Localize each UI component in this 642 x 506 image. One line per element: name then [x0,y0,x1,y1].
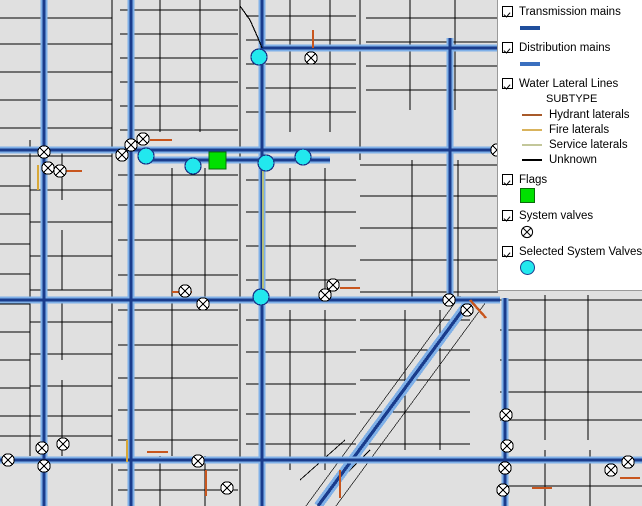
legend-item-selected-system-valves[interactable]: Selected System Valves [498,243,642,260]
checkbox-distribution-mains[interactable] [502,42,513,53]
unknown-lateral-swatch-icon [522,158,542,161]
legend-symbol-selected-system-valves [498,260,642,275]
legend-label-selected-system-valves: Selected System Valves [519,245,642,258]
system-valve [178,284,192,298]
system-valve [604,463,618,477]
legend-label-service-laterals: Service laterals [549,138,628,151]
system-valve [115,148,129,162]
legend-label-system-valves: System valves [519,209,594,222]
checkbox-system-valves[interactable] [502,210,513,221]
legend-label-water-lateral-lines: Water Lateral Lines [519,77,619,90]
legend-item-transmission-mains[interactable]: Transmission mains [498,3,642,20]
selected-valve [184,157,202,175]
system-valve [191,454,205,468]
flag-square-icon [520,188,535,203]
checkbox-water-lateral-lines[interactable] [502,78,513,89]
system-valve [136,132,150,146]
system-valve [442,293,456,307]
legend-label-hydrant-laterals: Hydrant laterals [549,108,630,121]
legend-item-water-lateral-lines[interactable]: Water Lateral Lines [498,75,642,92]
legend-item-distribution-mains[interactable]: Distribution mains [498,39,642,56]
legend-symbol-system-valves [498,224,642,239]
legend-item-unknown-laterals[interactable]: Unknown [498,152,642,167]
system-valve [460,303,474,317]
selected-valve [250,48,268,66]
layer-legend-panel[interactable]: Transmission mains Distribution mains Wa… [497,0,642,291]
legend-symbol-transmission-mains [498,20,642,35]
system-valve [220,481,234,495]
line-swatch-icon [520,25,540,30]
legend-symbol-flags [498,188,642,203]
system-valve [304,51,318,65]
system-valve [56,437,70,451]
system-valve [500,439,514,453]
legend-item-fire-laterals[interactable]: Fire laterals [498,122,642,137]
selected-valve [257,154,275,172]
legend-symbol-distribution-mains [498,56,642,71]
line-swatch-icon [520,61,540,66]
checkbox-flags[interactable] [502,174,513,185]
system-valve [499,408,513,422]
legend-label-unknown-laterals: Unknown [549,153,597,166]
legend-label-flags: Flags [519,173,548,186]
selected-valve [294,148,312,166]
fire-lateral-swatch-icon [522,128,542,131]
system-valve [621,455,635,469]
system-valve [1,453,15,467]
legend-item-system-valves[interactable]: System valves [498,207,642,224]
hydrant-lateral-swatch-icon [522,113,542,116]
system-valve [53,164,67,178]
selected-valve-circle-icon [520,260,535,275]
legend-item-flags[interactable]: Flags [498,171,642,188]
legend-label-fire-laterals: Fire laterals [549,123,610,136]
checkbox-selected-system-valves[interactable] [502,246,513,257]
service-lateral-swatch-icon [522,143,542,146]
system-valve [35,441,49,455]
legend-label-transmission-mains: Transmission mains [519,5,621,18]
gis-map-viewer: Transmission mains Distribution mains Wa… [0,0,642,506]
system-valve [41,161,55,175]
system-valve [496,483,510,497]
legend-item-hydrant-laterals[interactable]: Hydrant laterals [498,107,642,122]
system-valve [498,461,512,475]
legend-label-distribution-mains: Distribution mains [519,41,611,54]
system-valve [124,138,138,152]
valve-circle-x-icon [520,225,534,238]
legend-item-service-laterals[interactable]: Service laterals [498,137,642,152]
selected-valve [252,288,270,306]
system-valve [37,145,51,159]
checkbox-transmission-mains[interactable] [502,6,513,17]
flag-marker[interactable] [208,151,227,170]
selected-valve [137,147,155,165]
system-valve [326,278,340,292]
legend-subheading-subtype: SUBTYPE [546,93,598,105]
system-valve [196,297,210,311]
system-valve [37,459,51,473]
